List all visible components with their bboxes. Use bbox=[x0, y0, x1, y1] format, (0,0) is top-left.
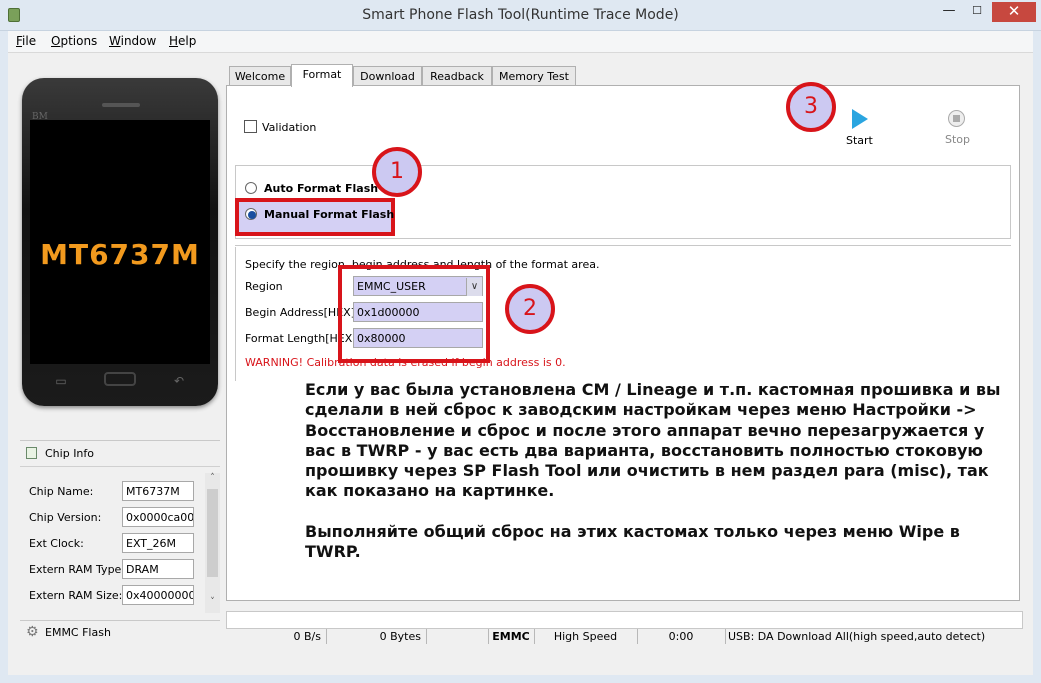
chip-name-label: Chip Name: bbox=[29, 485, 94, 498]
menu-bar: File Options Window Help bbox=[8, 31, 1033, 53]
ext-clock-label: Ext Clock: bbox=[29, 537, 84, 550]
emmc-flash-header[interactable]: ⚙ EMMC Flash bbox=[20, 620, 220, 644]
scroll-thumb[interactable] bbox=[207, 489, 218, 577]
stop-button[interactable]: Stop bbox=[945, 133, 970, 146]
chip-version-label: Chip Version: bbox=[29, 511, 102, 524]
tab-memory-test[interactable]: Memory Test bbox=[492, 66, 576, 86]
tab-download[interactable]: Download bbox=[353, 66, 422, 86]
menu-key-icon: ▭ bbox=[55, 374, 67, 388]
gear-icon: ⚙ bbox=[26, 624, 39, 640]
status-mode: High Speed bbox=[534, 629, 638, 644]
menu-window[interactable]: Window bbox=[109, 34, 156, 48]
auto-format-radio[interactable] bbox=[245, 182, 257, 194]
fields-highlight-box bbox=[338, 265, 490, 363]
validation-checkbox[interactable] bbox=[244, 120, 257, 133]
status-bytes: 0 Bytes bbox=[327, 629, 427, 644]
status-spacer bbox=[427, 629, 489, 644]
stop-icon[interactable] bbox=[948, 110, 965, 127]
title-bar: Smart Phone Flash Tool(Runtime Trace Mod… bbox=[0, 0, 1041, 31]
phone-speaker bbox=[102, 103, 140, 107]
window-title: Smart Phone Flash Tool(Runtime Trace Mod… bbox=[362, 7, 679, 23]
maximize-button[interactable]: ☐ bbox=[964, 2, 990, 22]
step-badge-2: 2 bbox=[505, 284, 555, 334]
scroll-down-icon[interactable]: ˅ bbox=[205, 597, 220, 611]
chip-name-value: MT6737M bbox=[122, 481, 194, 501]
format-area-group bbox=[235, 247, 237, 381]
close-button[interactable]: ✕ bbox=[992, 2, 1036, 22]
ram-type-value: DRAM bbox=[122, 559, 194, 579]
auto-format-label: Auto Format Flash bbox=[264, 182, 379, 195]
chip-info-panel: Chip Name: MT6737M Chip Version: 0x0000c… bbox=[20, 466, 220, 616]
play-icon[interactable] bbox=[852, 109, 868, 129]
manual-format-radio[interactable] bbox=[245, 208, 257, 220]
menu-options[interactable]: Options bbox=[51, 34, 97, 48]
window-frame-right bbox=[1033, 31, 1041, 683]
ext-clock-value: EXT_26M bbox=[122, 533, 194, 553]
status-time: 0:00 bbox=[637, 629, 726, 644]
back-key-icon: ↶ bbox=[173, 374, 185, 388]
region-label: Region bbox=[245, 280, 283, 293]
status-bar: 0 B/s 0 Bytes EMMC High Speed 0:00 USB: … bbox=[226, 629, 1023, 644]
tab-format[interactable]: Format bbox=[291, 64, 353, 87]
instruction-note: Если у вас была установлена CM / Lineage… bbox=[305, 380, 1005, 562]
menu-help[interactable]: Help bbox=[169, 34, 196, 48]
phone-brand: BM bbox=[32, 112, 48, 122]
window-frame-left bbox=[0, 31, 8, 683]
chip-info-title: Chip Info bbox=[45, 447, 95, 460]
scroll-up-icon[interactable]: ˄ bbox=[205, 473, 220, 487]
status-speed: 0 B/s bbox=[226, 629, 327, 644]
chip-info-scrollbar[interactable]: ˄ ˅ bbox=[205, 473, 220, 613]
step-badge-1: 1 bbox=[372, 147, 422, 197]
status-usb: USB: DA Download All(high speed,auto det… bbox=[728, 630, 986, 643]
tab-welcome[interactable]: Welcome bbox=[229, 66, 291, 86]
emmc-flash-label: EMMC Flash bbox=[45, 626, 111, 639]
stop-square-icon bbox=[953, 115, 960, 122]
chip-info-icon bbox=[26, 447, 37, 459]
validation-label: Validation bbox=[262, 121, 317, 134]
phone-image: BM MT6737M ▭ ↶ bbox=[22, 78, 218, 406]
step-badge-3: 3 bbox=[786, 82, 836, 132]
ram-size-label: Extern RAM Size: bbox=[29, 589, 123, 602]
manual-format-label: Manual Format Flash bbox=[264, 208, 395, 221]
tab-readback[interactable]: Readback bbox=[422, 66, 492, 86]
minimize-button[interactable]: — bbox=[936, 2, 962, 22]
chip-model-label: MT6737M bbox=[40, 238, 200, 271]
window-frame-bottom bbox=[0, 675, 1041, 683]
progress-bar bbox=[226, 611, 1023, 629]
chip-version-value: 0x0000ca00 bbox=[122, 507, 194, 527]
note-paragraph-2: Выполняйте общий сброс на этих кастомах … bbox=[305, 521, 960, 562]
status-storage: EMMC bbox=[488, 629, 535, 644]
start-button[interactable]: Start bbox=[846, 134, 873, 147]
ram-size-value: 0x40000000 bbox=[122, 585, 194, 605]
separator bbox=[235, 245, 1011, 247]
ram-type-label: Extern RAM Type: bbox=[29, 563, 126, 576]
menu-file[interactable]: File bbox=[16, 34, 36, 48]
note-paragraph-1: Если у вас была установлена CM / Lineage… bbox=[305, 380, 1001, 501]
chip-info-header[interactable]: Chip Info bbox=[20, 440, 220, 465]
home-key-icon bbox=[104, 372, 136, 386]
